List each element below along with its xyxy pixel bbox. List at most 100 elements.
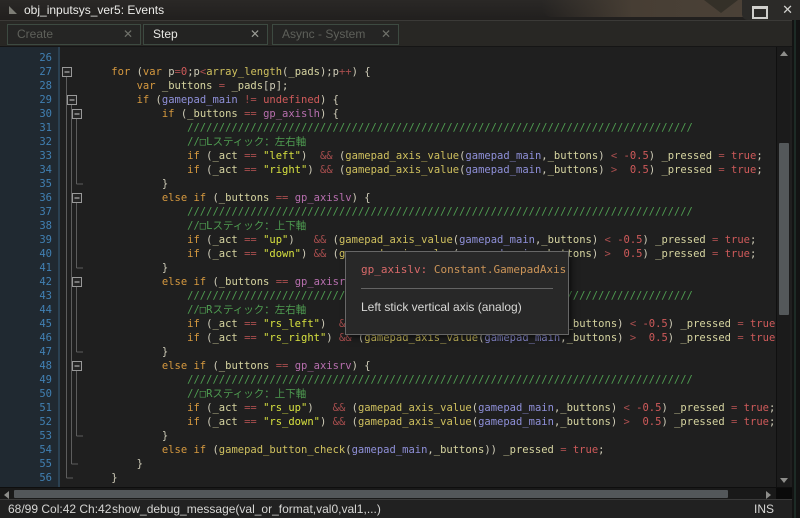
- line-number: 47: [0, 345, 56, 359]
- code-text[interactable]: if (_act == "rs_down") && (gamepad_axis_…: [86, 415, 775, 429]
- window-controls: ✕: [742, 0, 800, 20]
- symbol-tooltip: gp_axislv: Constant.GamepadAxis Left sti…: [345, 251, 569, 335]
- code-text[interactable]: }: [86, 457, 143, 471]
- code-text[interactable]: if (_act == "left") && (gamepad_axis_val…: [86, 149, 763, 163]
- code-text[interactable]: //□Lスティック：上下軸: [86, 219, 306, 233]
- title-bar[interactable]: obj_inputsys_ver5: Events ✕: [0, 0, 800, 20]
- status-bar: 68/99 Col:42 Ch:42 show_debug_message(va…: [0, 499, 800, 518]
- code-text[interactable]: ////////////////////////////////////////…: [86, 205, 693, 219]
- vertical-scrollbar[interactable]: [776, 47, 790, 487]
- code-line[interactable]: 29 if (gamepad_main != undefined) {: [0, 93, 792, 107]
- tab-close-icon[interactable]: ✕: [250, 25, 260, 44]
- code-line[interactable]: 36 else if (_buttons == gp_axislv) {: [0, 191, 792, 205]
- line-number: 41: [0, 261, 56, 275]
- code-line[interactable]: 56 }: [0, 471, 792, 485]
- scroll-right-icon[interactable]: [766, 491, 771, 499]
- code-text[interactable]: if (_act == "up") && (gamepad_axis_value…: [86, 233, 756, 247]
- code-text[interactable]: }: [86, 261, 168, 275]
- code-line[interactable]: 49 /////////////////////////////////////…: [0, 373, 792, 387]
- code-text[interactable]: if (_act == "rs_up") && (gamepad_axis_va…: [86, 401, 775, 415]
- code-line[interactable]: 28 var _buttons = _pads[p];: [0, 79, 792, 93]
- line-number: 51: [0, 401, 56, 415]
- line-number: 49: [0, 373, 56, 387]
- code-line[interactable]: 50 //□Rスティック：上下軸: [0, 387, 792, 401]
- line-number: 32: [0, 135, 56, 149]
- code-text[interactable]: for (var p=0;p<array_length(_pads);p++) …: [86, 65, 371, 79]
- vertical-scroll-thumb[interactable]: [779, 143, 789, 315]
- tooltip-divider: [361, 288, 553, 289]
- code-text[interactable]: //□Rスティック：左右軸: [86, 303, 306, 317]
- code-line[interactable]: 33 if (_act == "left") && (gamepad_axis_…: [0, 149, 792, 163]
- line-number: 37: [0, 205, 56, 219]
- tab-close-icon[interactable]: ✕: [381, 25, 391, 44]
- code-text[interactable]: if (_buttons == gp_axislh) {: [86, 107, 339, 121]
- line-number: 48: [0, 359, 56, 373]
- code-line[interactable]: 30 if (_buttons == gp_axislh) {: [0, 107, 792, 121]
- tab-async-system[interactable]: Async - System ✕: [272, 24, 399, 45]
- event-tab-bar: Create ✕ Step ✕ Async - System ✕: [0, 20, 800, 47]
- maximize-icon[interactable]: [752, 6, 768, 19]
- line-number: 46: [0, 331, 56, 345]
- tab-create[interactable]: Create ✕: [7, 24, 141, 45]
- code-text[interactable]: ////////////////////////////////////////…: [86, 121, 693, 135]
- code-editor[interactable]: 2627 for (var p=0;p<array_length(_pads);…: [0, 47, 792, 487]
- line-number: 44: [0, 303, 56, 317]
- code-line[interactable]: 54 else if (gamepad_button_check(gamepad…: [0, 443, 792, 457]
- code-text[interactable]: else if (_buttons == gp_axislv) {: [86, 191, 371, 205]
- fold-column: [58, 51, 88, 487]
- code-text[interactable]: }: [86, 177, 168, 191]
- code-line[interactable]: 52 if (_act == "rs_down") && (gamepad_ax…: [0, 415, 792, 429]
- code-text[interactable]: }: [86, 345, 168, 359]
- code-line[interactable]: 51 if (_act == "rs_up") && (gamepad_axis…: [0, 401, 792, 415]
- code-text[interactable]: var _buttons = _pads[p];: [86, 79, 288, 93]
- code-text[interactable]: else if (_buttons == gp_axisrh) {: [86, 275, 371, 289]
- code-line[interactable]: 37 /////////////////////////////////////…: [0, 205, 792, 219]
- line-number: 38: [0, 219, 56, 233]
- close-icon[interactable]: ✕: [782, 1, 793, 19]
- code-text[interactable]: }: [86, 471, 118, 485]
- code-line[interactable]: 55 }: [0, 457, 792, 471]
- code-line[interactable]: 39 if (_act == "up") && (gamepad_axis_va…: [0, 233, 792, 247]
- code-text[interactable]: }: [86, 429, 168, 443]
- insert-mode-badge: INS: [754, 500, 774, 518]
- line-number: 53: [0, 429, 56, 443]
- tab-step[interactable]: Step ✕: [143, 24, 268, 45]
- scroll-up-icon[interactable]: [780, 51, 788, 56]
- code-line[interactable]: 35 }: [0, 177, 792, 191]
- tab-create-label: Create: [17, 27, 53, 41]
- cursor-position: 68/99 Col:42 Ch:42: [8, 500, 111, 518]
- line-number: 36: [0, 191, 56, 205]
- line-number: 43: [0, 289, 56, 303]
- code-line[interactable]: 48 else if (_buttons == gp_axisrv) {: [0, 359, 792, 373]
- code-editor-window: obj_inputsys_ver5: Events ✕ Create ✕ Ste…: [0, 0, 800, 518]
- code-text[interactable]: else if (_buttons == gp_axisrv) {: [86, 359, 371, 373]
- code-line[interactable]: 38 //□Lスティック：上下軸: [0, 219, 792, 233]
- code-line[interactable]: 26: [0, 51, 792, 65]
- code-line[interactable]: 53 }: [0, 429, 792, 443]
- code-line[interactable]: 31 /////////////////////////////////////…: [0, 121, 792, 135]
- line-number: 50: [0, 387, 56, 401]
- code-text[interactable]: if (_act == "right") && (gamepad_axis_va…: [86, 163, 763, 177]
- line-number: 52: [0, 415, 56, 429]
- code-line[interactable]: 34 if (_act == "right") && (gamepad_axis…: [0, 163, 792, 177]
- window-right-accent: [794, 20, 796, 518]
- tab-close-icon[interactable]: ✕: [123, 25, 133, 44]
- code-text[interactable]: //□Rスティック：上下軸: [86, 387, 306, 401]
- line-number: 30: [0, 107, 56, 121]
- code-text[interactable]: if (gamepad_main != undefined) {: [86, 93, 339, 107]
- code-line[interactable]: 47 }: [0, 345, 792, 359]
- dock-arrow-icon[interactable]: [9, 6, 17, 14]
- scroll-down-icon[interactable]: [780, 478, 788, 483]
- line-number: 28: [0, 79, 56, 93]
- function-hint: show_debug_message(val_or_format,val0,va…: [112, 500, 381, 518]
- scroll-left-icon[interactable]: [4, 491, 9, 499]
- code-line[interactable]: 27 for (var p=0;p<array_length(_pads);p+…: [0, 65, 792, 79]
- code-text[interactable]: else if (gamepad_button_check(gamepad_ma…: [86, 443, 604, 457]
- line-number: 29: [0, 93, 56, 107]
- horizontal-scrollbar[interactable]: [0, 487, 792, 499]
- code-text[interactable]: ////////////////////////////////////////…: [86, 373, 693, 387]
- code-text[interactable]: //□Lスティック：左右軸: [86, 135, 306, 149]
- line-number: 54: [0, 443, 56, 457]
- code-line[interactable]: 32 //□Lスティック：左右軸: [0, 135, 792, 149]
- horizontal-scroll-thumb[interactable]: [14, 490, 728, 498]
